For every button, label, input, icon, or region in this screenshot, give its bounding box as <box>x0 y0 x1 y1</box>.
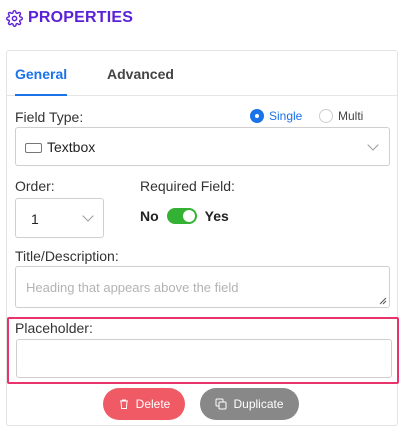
radio-single-circle[interactable] <box>250 109 264 123</box>
properties-title: PROPERTIES <box>28 9 134 26</box>
radio-multi-label: Multi <box>338 109 364 123</box>
radio-multi[interactable]: Multi <box>319 109 363 123</box>
delete-button-label: Delete <box>135 397 171 411</box>
trash-icon <box>119 399 128 409</box>
tab-general[interactable]: General <box>15 66 68 96</box>
toggle-no-label: No <box>140 208 159 224</box>
radio-single[interactable]: Single <box>250 109 302 123</box>
placeholder-highlight-box: Placeholder: <box>7 317 399 384</box>
placeholder-label: Placeholder: <box>15 320 93 336</box>
copy-icon <box>215 398 227 410</box>
chevron-down-icon <box>367 139 379 151</box>
order-value: 1 <box>31 211 39 227</box>
field-type-value: Textbox <box>47 139 96 155</box>
placeholder-input[interactable] <box>16 339 392 378</box>
resize-handle-icon[interactable] <box>379 297 387 305</box>
title-description-placeholder: Heading that appears above the field <box>26 280 239 295</box>
properties-header: PROPERTIES <box>6 8 133 28</box>
tab-advanced[interactable]: Advanced <box>107 66 174 82</box>
properties-panel: General Advanced Field Type: Single Mult… <box>6 50 399 426</box>
gear-icon <box>6 9 23 27</box>
radio-multi-circle[interactable] <box>319 109 333 123</box>
delete-button[interactable]: Delete <box>103 388 185 420</box>
toggle-yes-label: Yes <box>204 208 229 224</box>
field-type-label: Field Type: <box>15 109 84 125</box>
order-select[interactable]: 1 <box>15 198 104 238</box>
duplicate-button[interactable]: Duplicate <box>200 388 299 420</box>
textbox-icon <box>25 143 42 153</box>
tab-bar: General Advanced <box>7 51 397 96</box>
chevron-down-icon <box>82 210 94 222</box>
field-type-select[interactable]: Textbox <box>15 127 390 166</box>
title-description-textarea[interactable]: Heading that appears above the field <box>15 266 390 308</box>
radio-single-label: Single <box>269 109 303 123</box>
required-toggle-row: No Yes <box>140 208 229 224</box>
title-description-label: Title/Description: <box>15 248 119 264</box>
required-toggle[interactable] <box>166 208 197 224</box>
order-label: Order: <box>15 178 55 194</box>
duplicate-button-label: Duplicate <box>233 397 284 411</box>
required-field-label: Required Field: <box>140 178 235 194</box>
